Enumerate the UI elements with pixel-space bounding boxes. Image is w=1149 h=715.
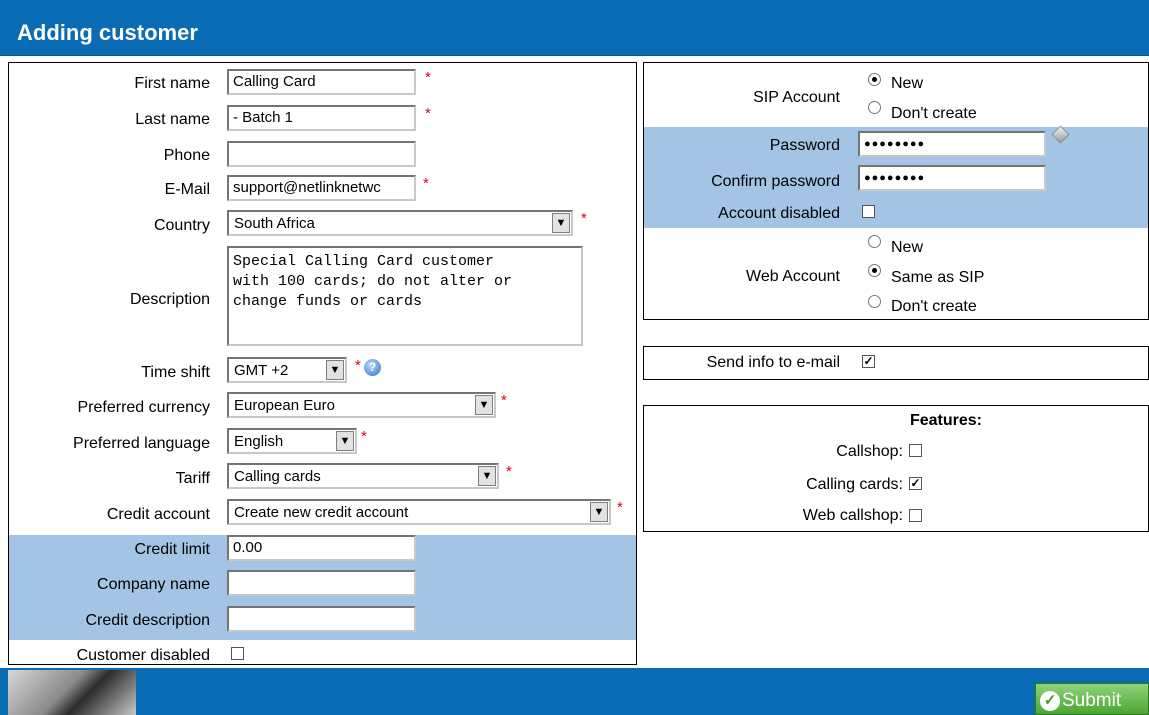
sip-dont-create-radio[interactable] bbox=[868, 101, 881, 114]
country-value: South Africa bbox=[234, 215, 315, 232]
feature-calling-cards-label: Calling cards: bbox=[806, 476, 903, 493]
password-label: Password bbox=[769, 137, 840, 154]
description-label: Description bbox=[129, 291, 210, 308]
required-mark: * bbox=[501, 392, 507, 409]
email-input[interactable]: support@netlinknetwc bbox=[227, 175, 416, 201]
account-panel: SIP Account New Don't create Password ●●… bbox=[643, 62, 1149, 320]
phone-input[interactable] bbox=[227, 141, 416, 167]
sip-option-new: New bbox=[891, 75, 924, 92]
web-same-as-sip-radio[interactable] bbox=[868, 264, 881, 277]
web-account-label: Web Account bbox=[746, 268, 840, 285]
submit-button[interactable]: ✓ Submit bbox=[1035, 683, 1149, 715]
customer-disabled-checkbox[interactable] bbox=[231, 647, 244, 660]
chevron-down-icon[interactable]: ▼ bbox=[336, 431, 354, 451]
last-name-label: Last name bbox=[135, 111, 210, 128]
required-mark: * bbox=[425, 105, 431, 122]
logo bbox=[8, 670, 136, 715]
sip-option-dont-create: Don't create bbox=[891, 105, 977, 122]
account-disabled-checkbox[interactable] bbox=[862, 205, 875, 218]
confirm-password-label: Confirm password bbox=[711, 173, 840, 190]
description-textarea[interactable]: Special Calling Card customer with 100 c… bbox=[227, 246, 583, 346]
last-name-input[interactable]: - Batch 1 bbox=[227, 105, 416, 131]
credit-account-value: Create new credit account bbox=[234, 504, 409, 521]
footer-bar bbox=[0, 668, 1149, 715]
feature-callshop-label: Callshop: bbox=[836, 443, 903, 460]
chevron-down-icon[interactable]: ▼ bbox=[326, 360, 344, 380]
send-info-label: Send info to e-mail bbox=[706, 354, 840, 371]
required-mark: * bbox=[355, 357, 361, 374]
first-name-input[interactable]: Calling Card bbox=[227, 69, 416, 95]
required-mark: * bbox=[617, 499, 623, 516]
feature-web-callshop-label: Web callshop: bbox=[802, 507, 903, 524]
credit-limit-input[interactable]: 0.00 bbox=[227, 535, 416, 561]
password-input[interactable]: ●●●●●●●● bbox=[858, 131, 1046, 157]
features-panel: Features: Callshop: Calling cards: ✓ Web… bbox=[643, 405, 1149, 532]
page-header: Adding customer bbox=[0, 0, 1149, 56]
required-mark: * bbox=[423, 175, 429, 192]
chevron-down-icon[interactable]: ▼ bbox=[478, 466, 496, 486]
country-label: Country bbox=[153, 217, 210, 234]
preferred-language-value: English bbox=[234, 433, 284, 450]
preferred-currency-value: European Euro bbox=[234, 397, 335, 414]
phone-label: Phone bbox=[163, 147, 210, 164]
tariff-value: Calling cards bbox=[234, 468, 321, 485]
credit-limit-label: Credit limit bbox=[134, 541, 210, 558]
preferred-currency-label: Preferred currency bbox=[77, 399, 211, 416]
preferred-currency-select[interactable]: European Euro ▼ bbox=[227, 392, 496, 418]
feature-web-callshop-checkbox[interactable] bbox=[909, 509, 922, 522]
preferred-language-select[interactable]: English ▼ bbox=[227, 428, 357, 454]
company-name-input[interactable] bbox=[227, 570, 416, 596]
send-info-panel: Send info to e-mail ✓ bbox=[643, 346, 1149, 380]
web-option-same-as-sip: Same as SIP bbox=[891, 269, 985, 286]
tariff-select[interactable]: Calling cards ▼ bbox=[227, 463, 499, 489]
features-title: Features: bbox=[909, 412, 983, 429]
sip-account-label: SIP Account bbox=[753, 89, 840, 106]
submit-label: Submit bbox=[1062, 689, 1122, 711]
email-label: E-Mail bbox=[164, 181, 210, 198]
help-icon[interactable]: ? bbox=[364, 359, 381, 376]
country-select[interactable]: South Africa ▼ bbox=[227, 210, 573, 236]
preferred-language-label: Preferred language bbox=[73, 435, 210, 452]
time-shift-value: GMT +2 bbox=[234, 362, 289, 379]
confirm-password-input[interactable]: ●●●●●●●● bbox=[858, 165, 1046, 191]
credit-description-input[interactable] bbox=[227, 606, 416, 632]
check-circle-icon: ✓ bbox=[1040, 690, 1060, 711]
required-mark: * bbox=[425, 69, 431, 86]
web-new-radio[interactable] bbox=[868, 235, 881, 248]
tariff-label: Tariff bbox=[175, 470, 210, 487]
web-dont-create-radio[interactable] bbox=[868, 295, 881, 308]
company-name-label: Company name bbox=[97, 576, 210, 593]
web-option-dont-create: Don't create bbox=[891, 298, 977, 315]
customer-details-panel: First name Calling Card * Last name - Ba… bbox=[8, 62, 637, 665]
required-mark: * bbox=[581, 210, 587, 227]
time-shift-select[interactable]: GMT +2 ▼ bbox=[227, 357, 347, 383]
customer-disabled-label: Customer disabled bbox=[76, 647, 210, 664]
credit-account-label: Credit account bbox=[106, 506, 210, 523]
credit-account-select[interactable]: Create new credit account ▼ bbox=[227, 499, 611, 525]
chevron-down-icon[interactable]: ▼ bbox=[475, 395, 493, 415]
web-option-new: New bbox=[891, 239, 924, 256]
sip-new-radio[interactable] bbox=[868, 73, 881, 86]
feature-calling-cards-checkbox[interactable]: ✓ bbox=[909, 477, 922, 490]
page-title: Adding customer bbox=[17, 20, 198, 45]
required-mark: * bbox=[361, 428, 367, 445]
time-shift-label: Time shift bbox=[141, 364, 210, 381]
send-info-checkbox[interactable]: ✓ bbox=[862, 355, 875, 368]
first-name-label: First name bbox=[134, 75, 210, 92]
chevron-down-icon[interactable]: ▼ bbox=[552, 213, 570, 233]
credit-description-label: Credit description bbox=[85, 612, 211, 629]
required-mark: * bbox=[506, 463, 512, 480]
chevron-down-icon[interactable]: ▼ bbox=[590, 502, 608, 522]
feature-callshop-checkbox[interactable] bbox=[909, 444, 922, 457]
account-disabled-label: Account disabled bbox=[718, 205, 840, 222]
